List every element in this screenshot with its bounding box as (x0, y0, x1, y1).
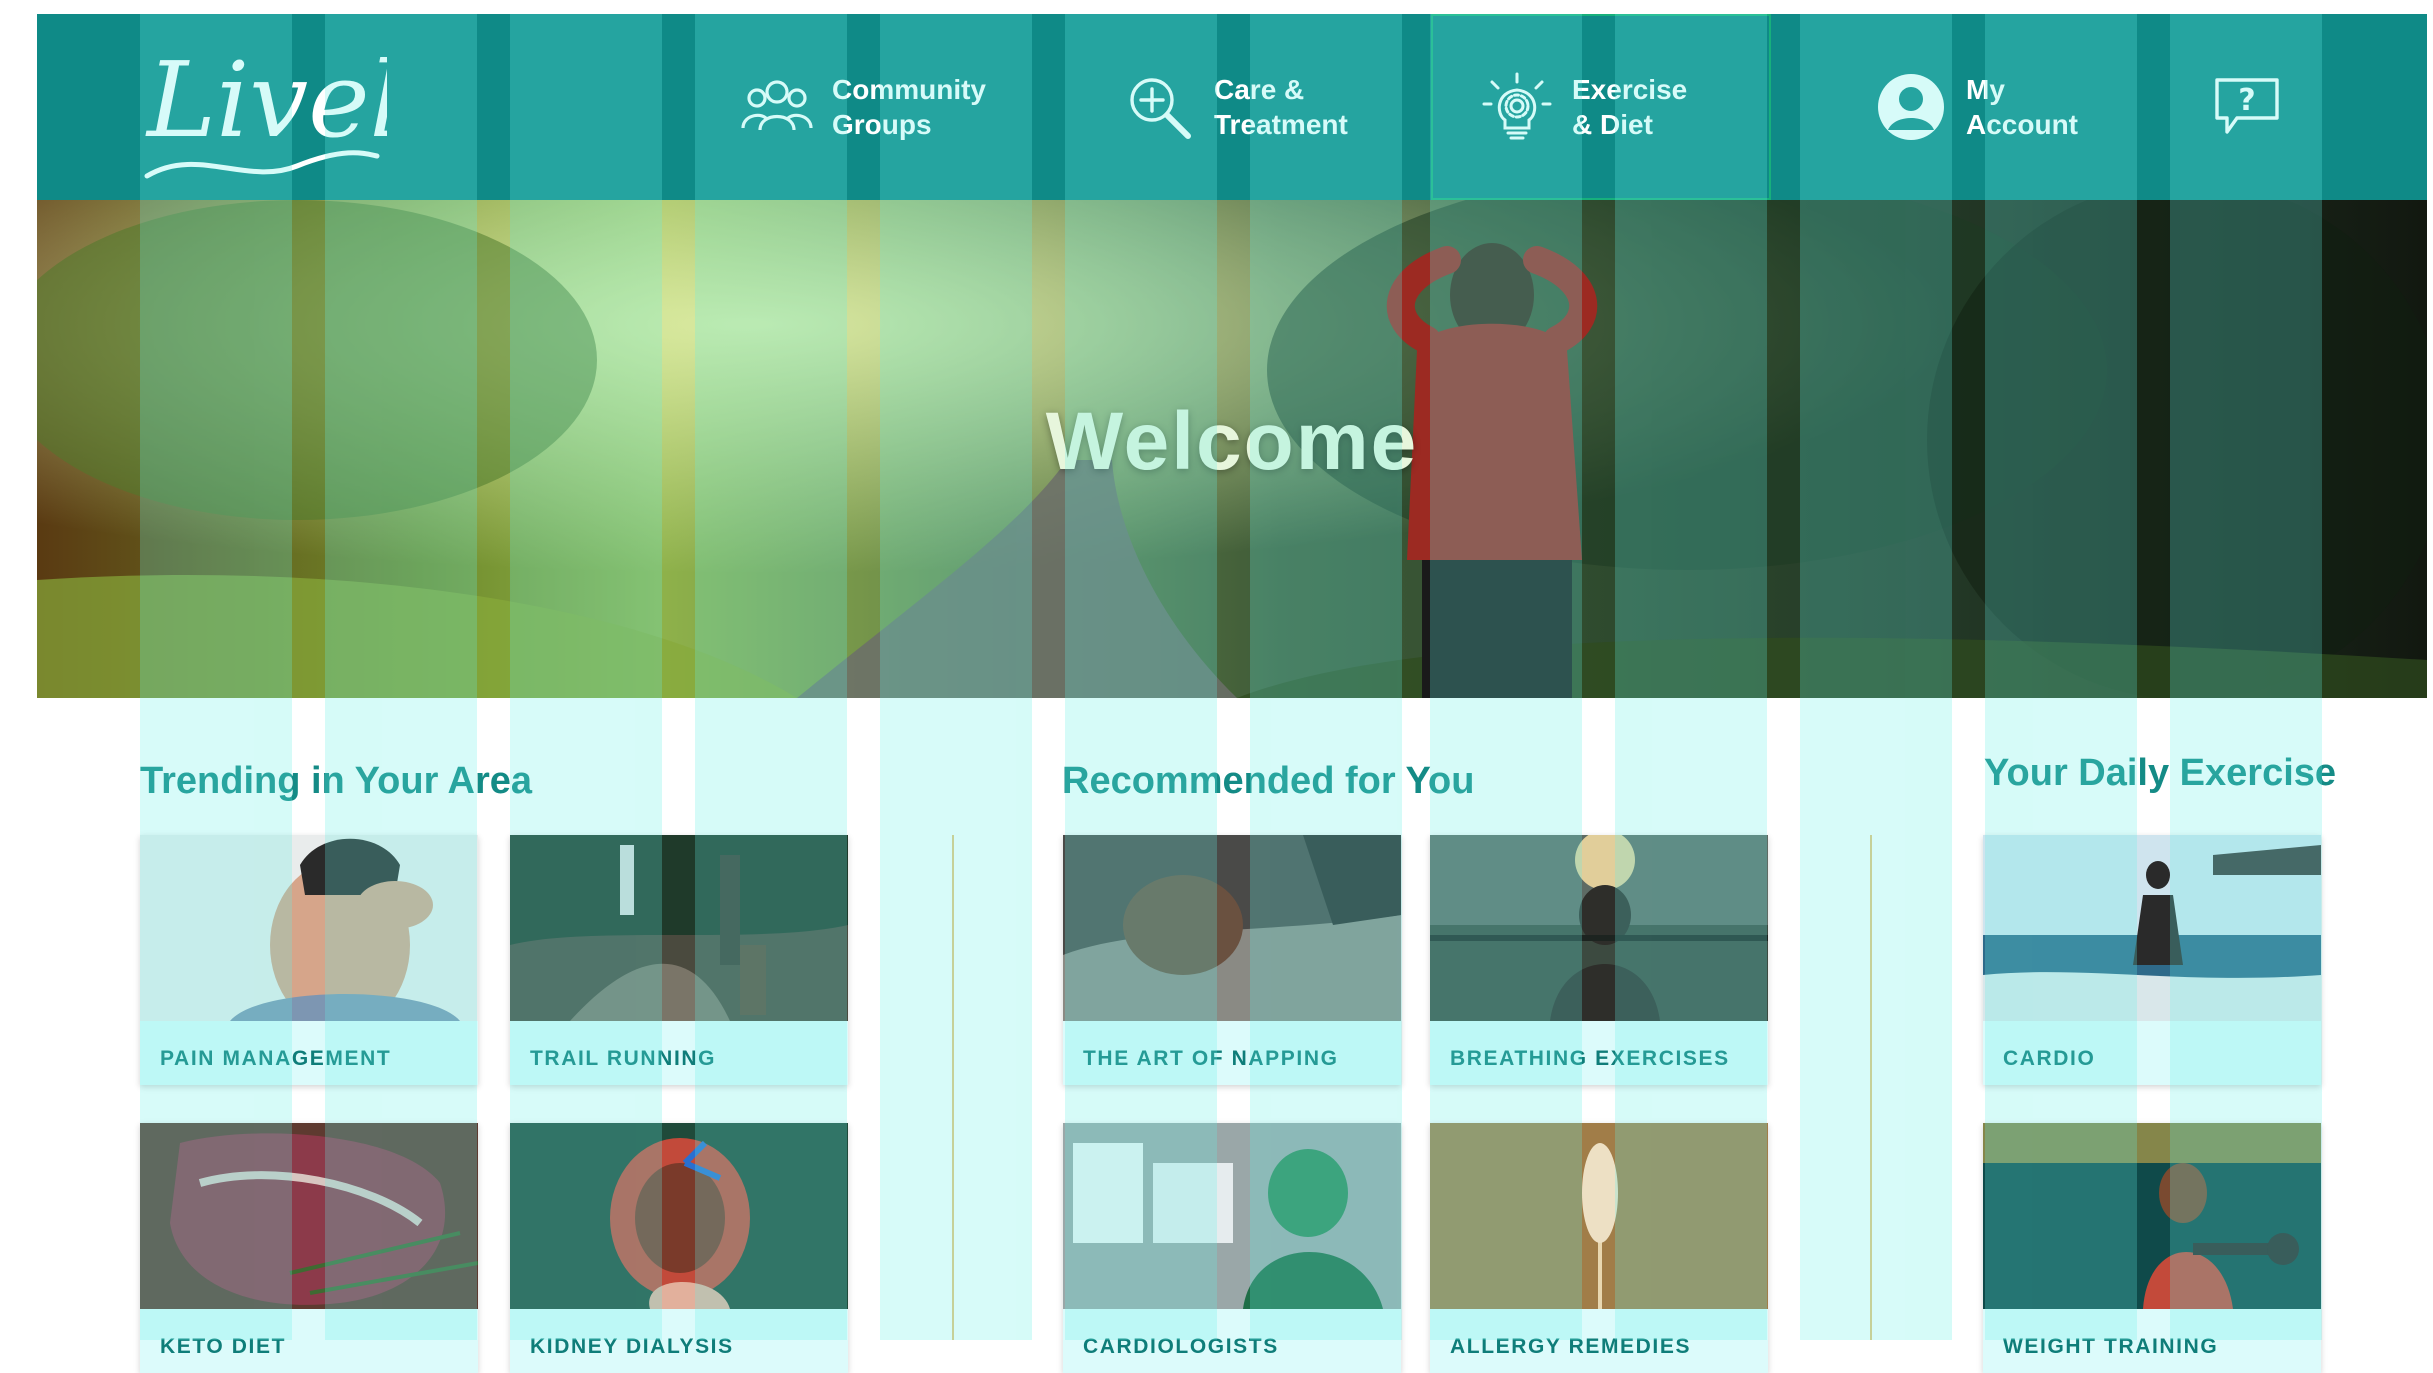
nav-community-groups[interactable]: Community Groups (740, 14, 1002, 200)
nav-my-account[interactable]: My Account (1874, 14, 2106, 200)
card-image (1430, 835, 1768, 1021)
card-image (140, 1123, 478, 1309)
card-image (1983, 835, 2321, 1021)
card-label: WEIGHT TRAINING (2003, 1335, 2219, 1358)
nav-community-label: Community Groups (832, 74, 986, 140)
card-keto-diet[interactable]: KETO DIET (140, 1123, 478, 1373)
user-avatar-icon (1878, 74, 1944, 140)
card-label: ALLERGY REMEDIES (1450, 1335, 1692, 1358)
card-cardio[interactable]: CARDIO (1983, 835, 2321, 1085)
card-cardiologists[interactable]: CARDIOLOGISTS (1063, 1123, 1401, 1373)
lively-logo[interactable]: Lively (137, 36, 463, 186)
card-breathing-exercises[interactable]: BREATHING EXERCISES (1430, 835, 1768, 1085)
top-navigation-bar: Lively CommunityGroups (37, 14, 2427, 200)
card-image (1063, 1123, 1401, 1309)
card-label: THE ART OF NAPPING (1083, 1047, 1339, 1070)
nav-care-label: Care & Treatment (1214, 74, 1348, 140)
hero-banner: Welcome (37, 200, 2427, 698)
recommended-heading: Recommended for You (1062, 760, 1475, 802)
nav-account-label: My Account (1966, 74, 2078, 140)
card-image (1063, 835, 1401, 1021)
card-label: CARDIOLOGISTS (1083, 1335, 1279, 1358)
card-label: KIDNEY DIALYSIS (530, 1335, 734, 1358)
card-pain-management[interactable]: PAIN MANAGEMENT (140, 835, 478, 1085)
card-label: CARDIO (2003, 1047, 2096, 1070)
card-label: TRAIL RUNNING (530, 1047, 717, 1070)
people-group-icon (741, 80, 813, 131)
magnifier-plus-icon (1130, 78, 1191, 139)
help-button[interactable]: ? (2213, 14, 2281, 200)
daily-exercise-heading: Your Daily Exercise (1984, 752, 2337, 794)
svg-text:?: ? (2238, 83, 2255, 118)
card-allergy-remedies[interactable]: ALLERGY REMEDIES (1430, 1123, 1768, 1373)
nav-exercise-diet[interactable]: Exercise & Diet (1431, 14, 1771, 200)
card-label: KETO DIET (160, 1335, 287, 1358)
nav-care-treatment[interactable]: Care & Treatment (1122, 14, 1384, 200)
card-image (140, 835, 478, 1021)
card-kidney-dialysis[interactable]: KIDNEY DIALYSIS (510, 1123, 848, 1373)
card-label: PAIN MANAGEMENT (160, 1047, 392, 1070)
lightbulb-gear-icon (1482, 72, 1552, 140)
section-divider (1870, 835, 1872, 1340)
card-image (1983, 1123, 2321, 1309)
card-weight-training[interactable]: WEIGHT TRAINING (1983, 1123, 2321, 1373)
card-trail-running[interactable]: TRAIL RUNNING (510, 835, 848, 1085)
help-question-bubble-icon: ? (2215, 78, 2279, 134)
card-art-of-napping[interactable]: THE ART OF NAPPING (1063, 835, 1401, 1085)
card-image (1430, 1123, 1768, 1309)
nav-exercise-label: Exercise & Diet (1572, 74, 1688, 140)
section-divider (952, 835, 954, 1340)
card-image (510, 1123, 848, 1309)
svg-text:Lively: Lively (145, 39, 387, 161)
card-image (510, 835, 848, 1021)
card-label: BREATHING EXERCISES (1450, 1047, 1730, 1070)
trending-heading: Trending in Your Area (140, 760, 533, 802)
hero-welcome-title: Welcome (1045, 396, 1419, 487)
